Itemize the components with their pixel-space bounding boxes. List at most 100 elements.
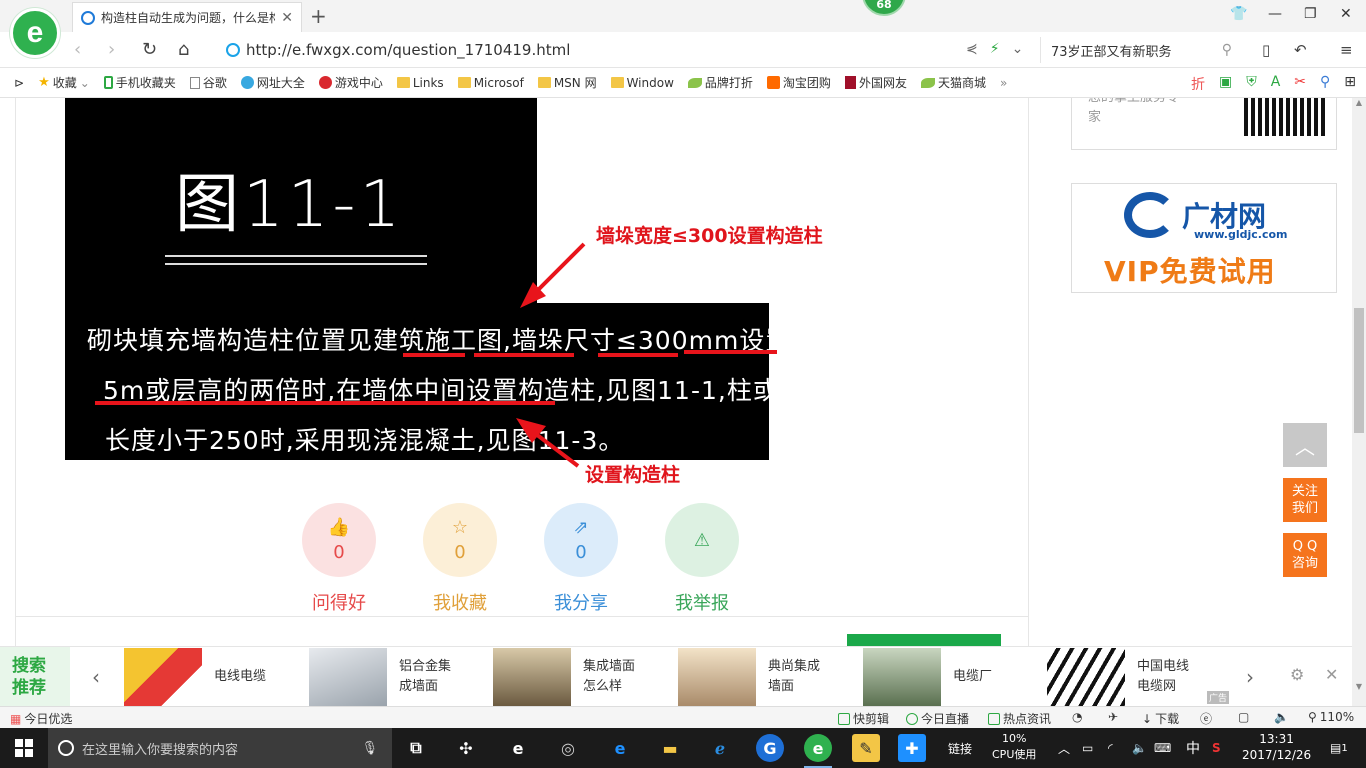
action-share[interactable]: ⇗ 0 我分享 xyxy=(521,503,641,615)
browser-logo-icon[interactable]: e xyxy=(10,8,60,58)
microphone-icon[interactable]: 🎙 xyxy=(361,741,378,756)
browser-tab[interactable]: 构造柱自动生成为问题，什么是构 ✕ xyxy=(72,2,302,32)
page-scrollbar[interactable]: ▲ ▼ xyxy=(1352,98,1366,706)
recommend-item[interactable]: 典尚集成 墙面 xyxy=(678,647,848,707)
minimize-button[interactable]: — xyxy=(1268,6,1282,22)
bookmark-item[interactable]: 品牌打折 xyxy=(687,74,753,91)
plus-app-icon[interactable]: ✚ xyxy=(898,734,926,762)
spiral-app-icon[interactable]: ◎ xyxy=(554,734,582,762)
edge-app-icon[interactable]: e xyxy=(606,734,634,762)
action-report[interactable]: ⚠ 我举报 xyxy=(642,503,762,615)
green-banner-button[interactable] xyxy=(847,634,1001,646)
recommend-item[interactable]: 电线电缆 xyxy=(124,647,294,707)
score-badge[interactable]: 68 xyxy=(862,0,906,16)
search-icon[interactable]: ⚲ xyxy=(1222,42,1232,58)
battery-icon[interactable]: ▭ xyxy=(1082,728,1093,768)
chevron-down-icon[interactable]: ⌄ xyxy=(1012,41,1024,57)
apps-grid-icon[interactable]: ⊞ xyxy=(1344,74,1356,94)
tray-expand-icon[interactable]: ︿ xyxy=(1058,728,1070,768)
wifi-icon[interactable]: ◜ xyxy=(1108,728,1113,768)
bookmark-item[interactable]: Window xyxy=(610,76,674,90)
share-icon[interactable]: ⋞ xyxy=(966,41,978,57)
fan-app-icon[interactable]: ✣ xyxy=(452,734,480,762)
close-window-button[interactable]: ✕ xyxy=(1340,6,1352,22)
refresh-button[interactable]: ↻ xyxy=(142,39,157,60)
prev-arrow-icon[interactable]: ‹ xyxy=(92,665,100,689)
recommend-item[interactable]: 中国电线 电缆网 xyxy=(1047,647,1217,707)
url-field[interactable]: http://e.fwxgx.com/question_1710419.html xyxy=(226,38,1016,62)
action-circle[interactable]: ⚠ xyxy=(665,503,739,577)
sound-icon[interactable]: 🔈 xyxy=(1274,710,1289,724)
undo-icon[interactable]: ↶ xyxy=(1294,41,1307,59)
action-favorite[interactable]: ☆ 0 我收藏 xyxy=(400,503,520,615)
today-picks[interactable]: ▦ 今日优选 xyxy=(10,710,72,727)
window-icon[interactable]: ▢ xyxy=(1238,710,1249,724)
bookmark-item[interactable]: MSN 网 xyxy=(537,74,597,91)
restore-button[interactable]: ❐ xyxy=(1304,6,1317,22)
search-input[interactable]: 73岁正部又有新职务 ⚲ xyxy=(1040,37,1240,63)
scroll-thumb[interactable] xyxy=(1354,308,1364,433)
pin-icon[interactable]: ✈ xyxy=(1108,710,1118,724)
keyboard-icon[interactable]: ⌨ xyxy=(1154,728,1171,768)
links-label[interactable]: 链接 xyxy=(948,728,972,768)
book-icon[interactable]: ▣ xyxy=(1219,74,1232,94)
recommend-item[interactable]: 电缆厂 xyxy=(863,647,1033,707)
mobile-icon[interactable]: ▯ xyxy=(1262,41,1270,59)
back-button[interactable]: ‹ xyxy=(74,39,81,60)
gear-icon[interactable]: ⚙ xyxy=(1290,665,1304,684)
ie-app-icon[interactable]: e xyxy=(504,734,532,762)
bookmark-item[interactable]: ★ 收藏 ⌄ xyxy=(38,74,90,91)
back-to-top-button[interactable]: ︿ xyxy=(1283,423,1327,467)
start-button[interactable] xyxy=(0,728,48,768)
scroll-down-icon[interactable]: ▼ xyxy=(1352,682,1366,696)
bookmark-item[interactable]: Microsof xyxy=(457,76,524,90)
bookmark-item[interactable]: 谷歌 xyxy=(189,74,227,91)
ie-mode-icon[interactable]: ⓔ xyxy=(1200,710,1212,727)
ie-blue-app-icon[interactable]: ℯ xyxy=(706,734,734,762)
tab-close-icon[interactable]: ✕ xyxy=(281,10,293,26)
download-button[interactable]: ↓ 下载 xyxy=(1142,710,1179,727)
recommend-item[interactable]: 集成墙面 怎么样 xyxy=(493,647,663,707)
ime-indicator[interactable]: 中 xyxy=(1186,728,1200,768)
explorer-app-icon[interactable]: ▬ xyxy=(656,734,684,762)
scissors-icon[interactable]: ✂ xyxy=(1294,74,1306,94)
action-circle[interactable]: ☆ 0 xyxy=(423,503,497,577)
scroll-up-icon[interactable]: ▲ xyxy=(1352,98,1366,112)
sidebar-toggle-icon[interactable]: ⊳ xyxy=(14,76,24,90)
discount-icon[interactable]: 折 xyxy=(1191,74,1205,94)
sogou-icon[interactable]: S xyxy=(1212,728,1221,768)
close-icon[interactable]: ✕ xyxy=(1325,665,1338,684)
task-view-icon[interactable]: ⧉ xyxy=(402,734,430,762)
hot-news[interactable]: 热点资讯 xyxy=(988,710,1051,727)
g-app-icon[interactable]: G xyxy=(756,734,784,762)
bookmark-item[interactable]: 淘宝团购 xyxy=(766,74,831,91)
magnifier-icon[interactable]: ⚲ xyxy=(1320,74,1330,94)
bookmark-item[interactable]: 网址大全 xyxy=(240,74,305,91)
notification-icon[interactable]: ▤ 1 xyxy=(1330,728,1348,768)
bookmark-item[interactable]: 手机收藏夹 xyxy=(103,74,176,91)
forward-button[interactable]: › xyxy=(108,39,115,60)
more-bookmarks-icon[interactable]: » xyxy=(1000,76,1007,90)
speed-icon[interactable]: ◔ xyxy=(1072,710,1082,724)
qq-consult-button[interactable]: Q Q 咨询 xyxy=(1283,533,1327,577)
menu-icon[interactable]: ≡ xyxy=(1340,41,1353,59)
lightning-icon[interactable]: ⚡ xyxy=(990,41,1000,57)
taskbar-search[interactable]: 在这里输入你要搜索的内容 🎙 xyxy=(48,728,392,768)
skin-icon[interactable]: 👕 xyxy=(1230,6,1247,22)
follow-us-button[interactable]: 关注 我们 xyxy=(1283,478,1327,522)
bookmark-item[interactable]: Links xyxy=(396,76,444,90)
bookmark-item[interactable]: 外国网友 xyxy=(844,74,907,91)
zoom-level[interactable]: ⚲ 110% xyxy=(1308,710,1354,724)
quick-edit[interactable]: 快剪辑 xyxy=(838,710,889,727)
shield-icon[interactable]: ⛨ xyxy=(1246,74,1257,94)
recommend-item[interactable]: 铝合金集 成墙面 xyxy=(309,647,479,707)
bookmark-item[interactable]: 游戏中心 xyxy=(318,74,383,91)
action-good-question[interactable]: 👍 0 问得好 xyxy=(279,503,399,615)
translate-icon[interactable]: A xyxy=(1271,74,1281,94)
action-circle[interactable]: 👍 0 xyxy=(302,503,376,577)
home-button[interactable]: ⌂ xyxy=(178,39,189,60)
clock[interactable]: 13:31 2017/12/26 xyxy=(1242,731,1311,763)
notes-app-icon[interactable]: ✎ xyxy=(852,734,880,762)
next-arrow-icon[interactable]: › xyxy=(1246,665,1254,689)
cpu-monitor[interactable]: 10% CPU使用 xyxy=(992,731,1036,763)
